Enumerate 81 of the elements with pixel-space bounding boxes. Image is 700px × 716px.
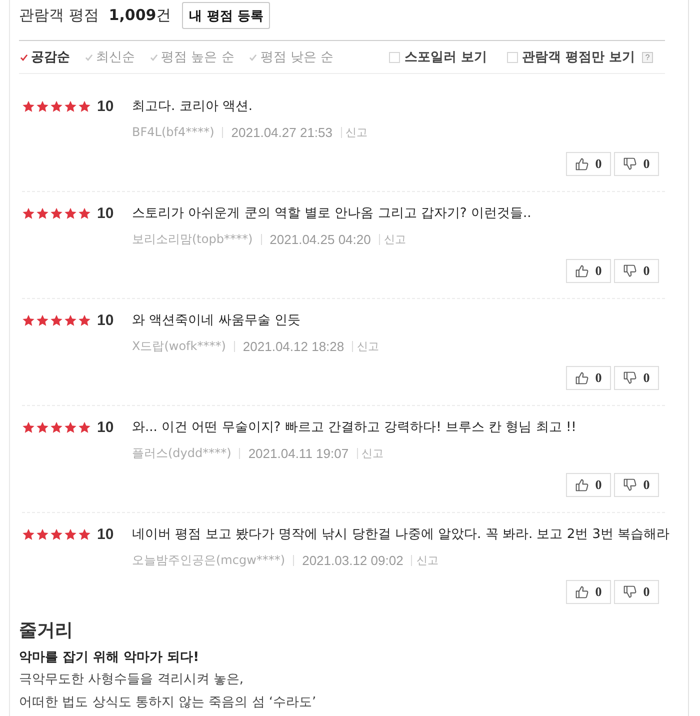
review-count: 1,009건 xyxy=(108,6,172,25)
review-date: 2021.03.12 09:02 xyxy=(302,552,404,568)
dislike-button[interactable]: 0 xyxy=(614,366,659,390)
thumbs-down-icon xyxy=(623,157,638,171)
review-author: BF4L(bf4****) xyxy=(132,125,214,139)
review-text: 와... 이건 어떤 무술이지? 빠르고 간결하고 강력하다! 브루스 칸 형님 최고 !! xyxy=(132,419,576,436)
review-date: 2021.04.11 19:07 xyxy=(248,446,349,460)
section-title: 관람객 평점 xyxy=(19,6,99,25)
star-icon xyxy=(64,528,77,540)
star-icon xyxy=(22,314,35,326)
review-date: 2021.04.12 18:28 xyxy=(242,338,344,354)
star-icon xyxy=(78,420,91,434)
score: 10 xyxy=(97,204,114,222)
synopsis-headline: 악마를 잡기 위해 악마가 되다! xyxy=(19,650,200,665)
like-button[interactable]: 0 xyxy=(566,259,611,283)
score: 10 xyxy=(97,418,114,436)
thumbs-up-icon xyxy=(575,585,590,599)
thumbs-up-icon xyxy=(575,478,590,492)
star-icon xyxy=(78,206,91,220)
score: 10 xyxy=(97,526,114,542)
review-author: 오늘밤주인공은(mcgw****) xyxy=(132,552,286,568)
score: 10 xyxy=(97,98,114,114)
star-icon xyxy=(36,528,49,540)
checkbox[interactable] xyxy=(506,52,518,62)
star-icon xyxy=(36,206,49,220)
thumbs-up-icon xyxy=(575,264,590,278)
review-date: 2021.04.27 21:53 xyxy=(231,124,333,140)
star-icon xyxy=(64,314,77,326)
thumbs-down-icon xyxy=(623,371,638,385)
synopsis-title: 줄거리 xyxy=(19,620,73,641)
thumbs-up-icon xyxy=(575,371,590,385)
star-icon xyxy=(22,420,35,434)
star-icon xyxy=(78,100,91,112)
dislike-button[interactable]: 0 xyxy=(614,580,659,604)
star-icon xyxy=(64,420,77,434)
filter-label[interactable]: 스포일러 보기 xyxy=(404,48,487,66)
star-icon xyxy=(78,314,91,326)
star-icon xyxy=(64,206,77,220)
review-text: 스토리가 아쉬운게 쿤의 역할 별로 안나옴 그리고 갑자기? 이런것들.. xyxy=(132,205,532,222)
score: 10 xyxy=(97,312,114,328)
star-icon xyxy=(22,206,35,220)
star-icon xyxy=(36,420,49,434)
sort-option[interactable]: 공감순 xyxy=(19,48,70,66)
star-icon xyxy=(78,528,91,540)
thumbs-down-icon xyxy=(623,478,638,492)
like-button[interactable]: 0 xyxy=(566,473,611,497)
dislike-button[interactable]: 0 xyxy=(614,152,659,176)
like-button[interactable]: 0 xyxy=(566,580,611,604)
star-icon xyxy=(36,314,49,326)
check-icon xyxy=(150,54,158,60)
review-text: 네이버 평점 보고 봤다가 명작에 낚시 당한걸 나중에 알았다. 꼭 봐라. 보고 2번 3번 복습해라 xyxy=(132,526,670,543)
review-date: 2021.04.25 04:20 xyxy=(270,232,371,246)
check-icon xyxy=(249,54,258,60)
checkbox[interactable] xyxy=(389,52,400,62)
thumbs-up-icon xyxy=(575,157,590,171)
thumbs-down-icon xyxy=(623,264,638,278)
review-author: X드랍(wofk****) xyxy=(132,338,226,354)
star-icon xyxy=(36,100,49,112)
star-icon xyxy=(22,528,35,540)
thumbs-down-icon xyxy=(623,585,638,599)
star-icon xyxy=(50,314,63,326)
review-author: 플러스(dydd****) xyxy=(132,444,232,462)
dislike-button[interactable]: 0 xyxy=(614,259,659,283)
star-icon xyxy=(50,100,63,112)
star-icon xyxy=(50,420,63,434)
synopsis-text: 어떠한 법도 상식도 통하지 않는 죽음의 섬 ‘수라도’ xyxy=(19,695,316,710)
like-button[interactable]: 0 xyxy=(566,366,611,390)
star-icon xyxy=(50,528,63,540)
review-text: 최고다. 코리아 액션. xyxy=(132,98,253,115)
check-icon xyxy=(20,54,28,60)
review-author: 보리소리맘(topb****) xyxy=(132,230,253,248)
write-review-button[interactable]: 내 평점 등록 xyxy=(182,2,270,29)
filter-label[interactable]: 관람객 평점만 보기 xyxy=(522,48,635,66)
like-button[interactable]: 0 xyxy=(566,152,611,176)
synopsis-text: 극악무도한 사형수들을 격리시켜 놓은, xyxy=(19,672,244,687)
review-text: 와 액션죽이네 싸움무술 인듯 xyxy=(132,312,300,329)
star-icon xyxy=(64,100,77,112)
star-icon xyxy=(22,100,35,112)
star-icon xyxy=(50,206,63,220)
dislike-button[interactable]: 0 xyxy=(614,473,659,497)
check-icon xyxy=(85,54,93,60)
